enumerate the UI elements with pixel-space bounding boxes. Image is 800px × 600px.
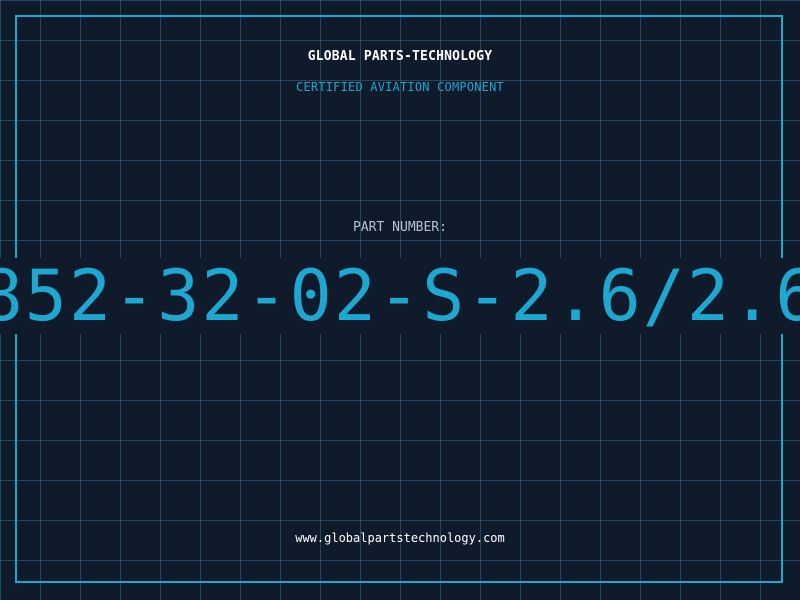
part-number-label: PART NUMBER: <box>353 220 447 235</box>
part-number-value: 852-32-02-S-2.6/2.6 <box>0 255 800 337</box>
part-number-band: 852-32-02-S-2.6/2.6 <box>0 258 800 334</box>
blueprint-canvas: GLOBAL PARTS-TECHNOLOGY CERTIFIED AVIATI… <box>0 0 800 600</box>
website-url[interactable]: www.globalpartstechnology.com <box>0 531 800 545</box>
certification-subtitle: CERTIFIED AVIATION COMPONENT <box>296 80 504 94</box>
brand-title: GLOBAL PARTS-TECHNOLOGY <box>307 49 493 64</box>
